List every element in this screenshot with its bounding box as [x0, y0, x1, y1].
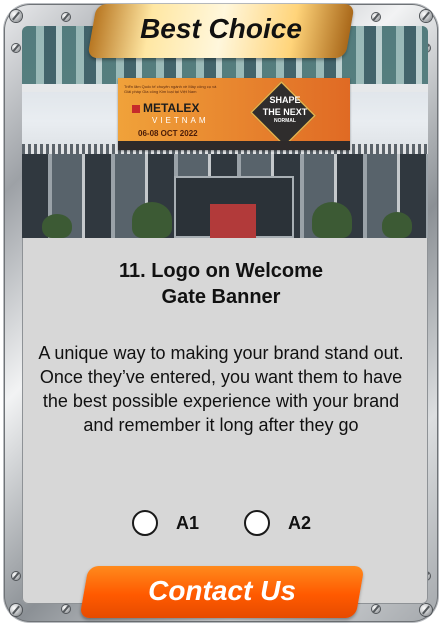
tree-icon: [382, 212, 412, 238]
option-group: A1 A2: [18, 510, 424, 542]
option-a2[interactable]: A2: [244, 510, 311, 536]
banner-brand: METALEX: [132, 101, 199, 115]
best-choice-label: Best Choice: [140, 13, 302, 44]
card-title: 11. Logo on Welcome Gate Banner: [18, 258, 424, 310]
bolt-icon: [62, 605, 70, 613]
entrance-door: [210, 204, 256, 238]
option-a1-label: A1: [176, 512, 200, 533]
bolt-icon: [372, 605, 380, 613]
banner-sub: VIETNAM: [152, 116, 209, 125]
bolt-icon: [420, 604, 432, 616]
card-title-line1: 11. Logo on Welcome: [118, 260, 324, 282]
radio-a2[interactable]: [244, 510, 270, 536]
tree-icon: [42, 214, 72, 238]
tree-icon: [132, 202, 172, 238]
welcome-gate-banner: Triển lãm Quốc tế chuyên ngành về Máy cô…: [118, 78, 350, 150]
product-card: Triển lãm Quốc tế chuyên ngành về Máy cô…: [0, 0, 442, 626]
card-description: A unique way to making your brand stand …: [38, 343, 404, 435]
banner-sponsor-strip: [118, 141, 350, 150]
option-a2-label: A2: [288, 512, 312, 533]
bolt-icon: [10, 10, 22, 22]
option-a1[interactable]: A1: [132, 510, 199, 536]
bolt-icon: [420, 10, 432, 22]
banner-shape-text: SHAPE THE NEXT NORMAL: [260, 94, 310, 125]
banner-shape-line2: THE NEXT: [262, 107, 308, 117]
bolt-icon: [10, 604, 22, 616]
tree-icon: [312, 202, 352, 238]
banner-date: 06-08 OCT 2022: [138, 129, 198, 138]
radio-a1[interactable]: [132, 510, 158, 536]
card-title-line2: Gate Banner: [161, 286, 281, 308]
bolt-icon: [12, 572, 20, 580]
contact-us-button[interactable]: [79, 566, 365, 618]
bolt-icon: [62, 13, 70, 21]
banner-shape-line3: NORMAL: [274, 118, 296, 124]
bolt-icon: [12, 44, 20, 52]
banner-shape-line1: SHAPE: [269, 95, 301, 105]
banner-small-text: Triển lãm Quốc tế chuyên ngành về Máy cô…: [124, 84, 217, 94]
bolt-icon: [372, 13, 380, 21]
